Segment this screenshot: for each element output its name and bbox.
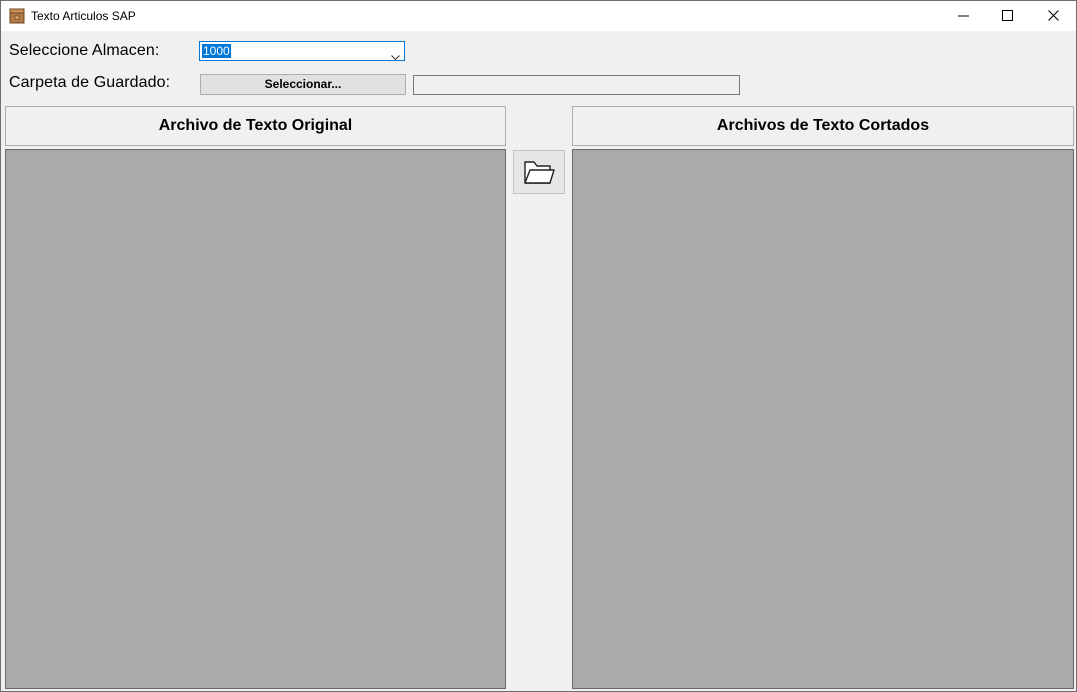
save-path-field[interactable] (413, 75, 740, 95)
minimize-button[interactable] (941, 1, 987, 31)
almacen-selected-value: 1000 (202, 44, 231, 58)
package-icon (9, 8, 25, 24)
cut-files-header[interactable]: Archivos de Texto Cortados (572, 106, 1074, 146)
almacen-combobox[interactable]: 1000 (199, 41, 405, 61)
close-button[interactable] (1031, 1, 1077, 31)
seleccionar-button[interactable]: Seleccionar... (200, 74, 406, 95)
maximize-icon (1002, 10, 1013, 21)
title-bar[interactable]: Texto Articulos SAP (1, 1, 1076, 31)
open-folder-button[interactable] (513, 150, 565, 194)
original-file-header[interactable]: Archivo de Texto Original (5, 106, 506, 146)
cut-files-panel[interactable] (572, 149, 1074, 689)
almacen-label: Seleccione Almacen: (9, 42, 160, 59)
maximize-button[interactable] (985, 1, 1031, 31)
folder-open-icon (524, 161, 555, 184)
minimize-icon (958, 15, 969, 17)
close-icon (1048, 10, 1059, 21)
window-title: Texto Articulos SAP (31, 9, 136, 23)
carpeta-label: Carpeta de Guardado: (9, 74, 171, 91)
chevron-down-icon[interactable] (391, 48, 400, 66)
original-file-panel[interactable] (5, 149, 506, 689)
main-window: Texto Articulos SAP Seleccione Almacen: … (0, 0, 1077, 692)
